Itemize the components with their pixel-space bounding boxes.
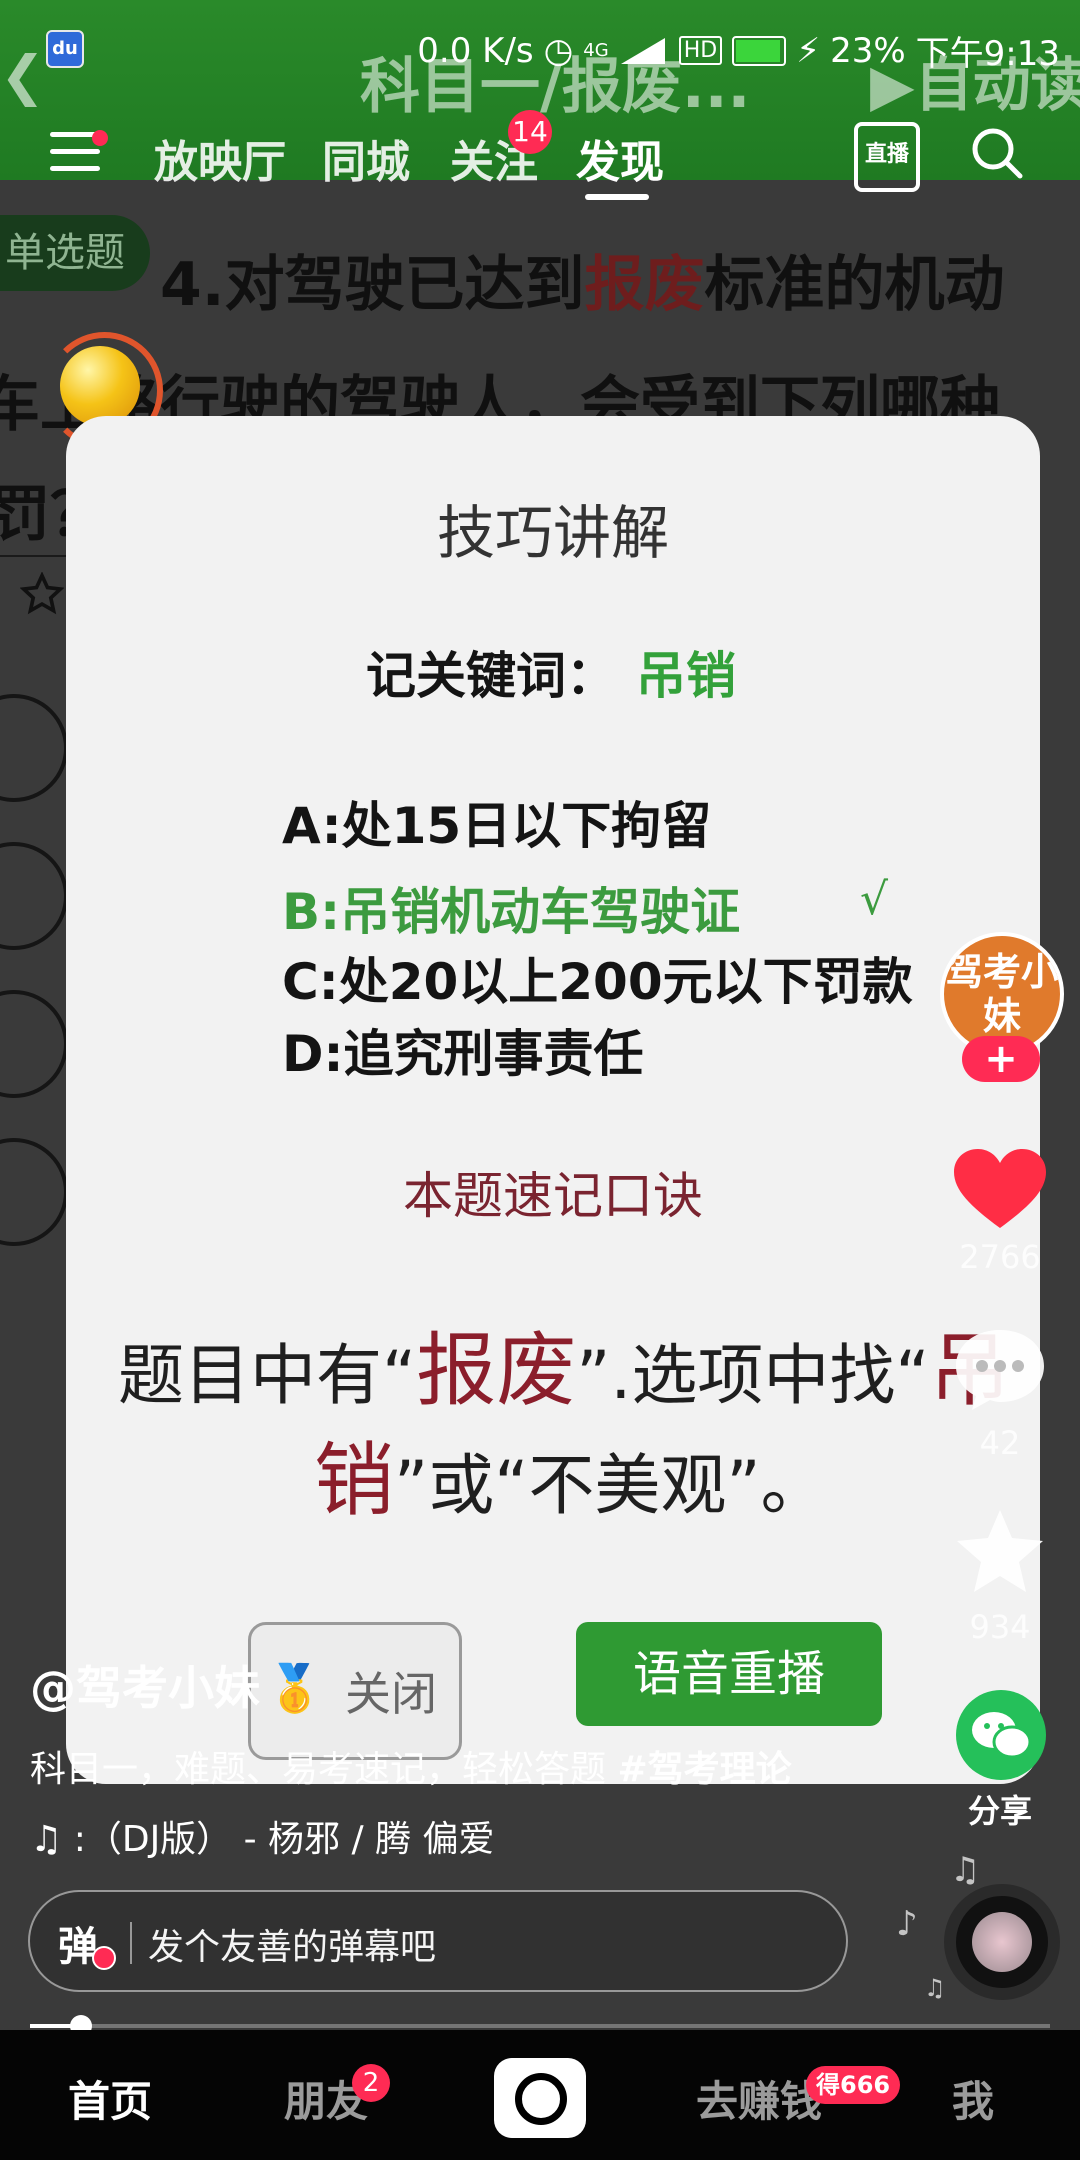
star-icon bbox=[20, 572, 64, 615]
popup-title: 技巧讲解 bbox=[436, 499, 669, 567]
question-text-red: 报废 bbox=[584, 250, 705, 320]
hashtag-link[interactable]: #驾考理论 bbox=[617, 1749, 791, 1790]
option-b-correct: B:吊销机动车驾驶证 bbox=[282, 883, 741, 941]
comment-count: 42 bbox=[979, 1424, 1021, 1462]
tab-nearby[interactable]: 同城 bbox=[322, 126, 410, 190]
music-note-icon: ♫ bbox=[950, 1850, 981, 1890]
danmaku-toggle-icon[interactable]: 弹 bbox=[58, 1914, 98, 1972]
danmaku-status-dot bbox=[92, 1946, 116, 1970]
charging-icon: ⚡ bbox=[796, 30, 821, 71]
question-divider bbox=[0, 555, 70, 557]
music-info[interactable]: ♫ :（DJ版） - 杨邪 / 腾 偏爱 bbox=[30, 1810, 495, 1862]
battery-percent: 23% bbox=[830, 30, 906, 71]
danmaku-separator bbox=[130, 1922, 132, 1964]
signal-type: 4G bbox=[583, 40, 609, 61]
signal-icon bbox=[620, 37, 665, 64]
medal-icon: 🥇 bbox=[266, 1661, 324, 1715]
menu-notification-dot bbox=[92, 130, 108, 146]
question-line-1: 4.对驾驶已达到报废标准的机动 bbox=[160, 236, 1005, 323]
keyword-value: 吊销 bbox=[636, 647, 736, 705]
option-c: C:处20以上200元以下罚款 bbox=[282, 953, 913, 1011]
question-text-b: 标准的机动 bbox=[704, 250, 1005, 320]
app-notification-icon: du bbox=[46, 30, 84, 68]
music-note-icon: ♫ bbox=[924, 1974, 946, 2002]
question-text-a: 对驾驶已达到 bbox=[224, 250, 585, 320]
danmaku-placeholder: 发个友善的弹幕吧 bbox=[148, 1927, 437, 1968]
follow-button[interactable]: + bbox=[962, 1036, 1040, 1082]
friends-badge: 2 bbox=[352, 2064, 390, 2102]
tip-line-1: 题目中有“报废”.选项中找“吊 bbox=[118, 1324, 1010, 1417]
share-label: 分享 bbox=[967, 1792, 1032, 1830]
alarm-icon: ◷ bbox=[543, 30, 574, 71]
nav-earn[interactable]: 去赚钱 bbox=[696, 2068, 822, 2129]
hd-icon: HD bbox=[678, 36, 723, 65]
wechat-share-icon[interactable] bbox=[956, 1690, 1046, 1780]
question-type-badge: 单选题 bbox=[0, 215, 150, 291]
correct-check-icon: √ bbox=[860, 874, 889, 925]
voice-replay-button[interactable]: 语音重播 bbox=[576, 1622, 882, 1726]
tab-cinema[interactable]: 放映厅 bbox=[154, 126, 286, 190]
author-name[interactable]: @驾考小妹 🥇 bbox=[30, 1652, 323, 1718]
nav-home[interactable]: 首页 bbox=[68, 2068, 152, 2129]
question-number: 4. bbox=[160, 250, 225, 320]
tab-discover[interactable]: 发现 bbox=[576, 126, 664, 190]
status-right: 0.0 K/s ◷ 4G HD ⚡ 23% 下午9:13 bbox=[417, 26, 1060, 75]
top-nav: 放映厅 同城 关注 14 发现 直播 bbox=[0, 110, 1080, 200]
video-caption: 科目一，难题、易考速记，轻松答题 #驾考理论 bbox=[30, 1749, 792, 1790]
music-note-icon: ♪ bbox=[896, 1904, 918, 1944]
nav-me[interactable]: 我 bbox=[952, 2068, 994, 2129]
keyword-line: 记关键词： 吊销 bbox=[366, 636, 736, 708]
active-tab-indicator bbox=[585, 194, 649, 200]
option-d: D:追究刑事责任 bbox=[282, 1025, 644, 1083]
net-speed: 0.0 K/s bbox=[417, 30, 534, 71]
video-progress-bar[interactable] bbox=[30, 2015, 1050, 2037]
like-count: 2766 bbox=[959, 1238, 1041, 1276]
live-button[interactable]: 直播 bbox=[854, 122, 920, 192]
favorite-star-icon[interactable] bbox=[950, 1506, 1050, 1596]
bottom-nav: 首页 朋友 2 去赚钱 得666 我 bbox=[0, 2030, 1080, 2160]
heart-icon[interactable] bbox=[950, 1146, 1050, 1232]
comment-icon[interactable] bbox=[950, 1324, 1050, 1414]
keyword-label: 记关键词： bbox=[366, 647, 616, 705]
danmaku-input[interactable]: 弹 发个友善的弹幕吧 bbox=[28, 1890, 848, 1992]
tip-heading: 本题速记口诀 bbox=[403, 1167, 703, 1225]
music-disc[interactable] bbox=[944, 1884, 1060, 2000]
tip-popup-card: 技巧讲解 记关键词： 吊销 A:处15日以下拘留 B:吊销机动车驾驶证 √ C:处… bbox=[66, 416, 1040, 1784]
create-video-button[interactable] bbox=[494, 2058, 586, 2138]
battery-icon bbox=[732, 35, 787, 66]
clock: 下午9:13 bbox=[915, 34, 1060, 74]
status-bar: du 0.0 K/s ◷ 4G HD ⚡ 23% 下午9:13 bbox=[0, 0, 1080, 90]
option-a: A:处15日以下拘留 bbox=[282, 797, 712, 855]
following-count-badge: 14 bbox=[508, 110, 552, 154]
search-icon[interactable] bbox=[968, 124, 1026, 182]
camera-ring-icon bbox=[515, 2073, 567, 2125]
earn-badge: 得666 bbox=[806, 2066, 901, 2104]
favorite-count: 934 bbox=[969, 1608, 1031, 1646]
